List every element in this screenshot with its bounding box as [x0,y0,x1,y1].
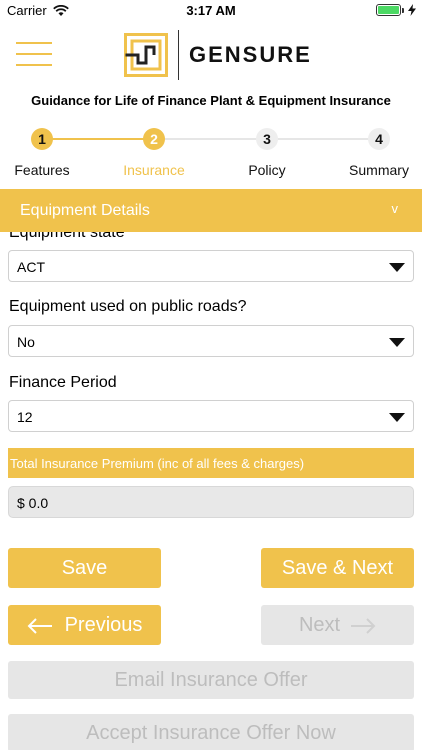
step-4-circle[interactable]: 4 [368,128,390,150]
accept-insurance-offer-button[interactable]: Accept Insurance Offer Now [8,714,414,750]
battery-icon [376,4,404,16]
finance-period-label: Finance Period [9,374,117,391]
previous-button[interactable]: Previous [8,605,161,645]
finance-period-select[interactable]: 12 [8,400,414,432]
step-label-insurance[interactable]: Insurance [109,162,199,178]
equipment-state-select[interactable]: ACT [8,250,414,282]
status-time: 3:17 AM [186,3,236,18]
arrow-right-icon [351,618,376,634]
public-roads-label: Equipment used on public roads? [9,298,247,315]
page-subtitle: Guidance for Life of Finance Plant & Equ… [31,93,391,108]
premium-label: Total Insurance Premium (inc of all fees… [8,448,414,478]
equipment-details-accordion[interactable]: Equipment Details v [0,189,422,232]
gensure-logo-icon [124,33,168,77]
arrow-left-icon [27,618,52,634]
accordion-title: Equipment Details [20,202,150,219]
step-1-circle[interactable]: 1 [31,128,53,150]
hamburger-icon [16,42,52,44]
brand-name: GENSURE [189,42,312,67]
menu-button[interactable] [16,42,52,66]
premium-value-field: $ 0.0 [8,486,414,518]
save-button[interactable]: Save [8,548,161,588]
dropdown-arrow-icon [389,413,405,422]
dropdown-arrow-icon [389,338,405,347]
step-2-circle[interactable]: 2 [143,128,165,150]
progress-stepper: 1 2 3 4 Features Insurance Policy Summar… [0,128,422,184]
next-button[interactable]: Next [261,605,414,645]
logo: GENSURE [124,30,312,80]
chevron-down-icon: v [391,201,399,216]
step-label-policy[interactable]: Policy [222,162,312,178]
public-roads-select[interactable]: No [8,325,414,357]
email-insurance-offer-button[interactable]: Email Insurance Offer [8,661,414,699]
charging-icon [408,4,416,16]
step-label-features[interactable]: Features [0,162,87,178]
step-label-summary[interactable]: Summary [334,162,422,178]
dropdown-arrow-icon [389,263,405,272]
step-3-circle[interactable]: 3 [256,128,278,150]
save-and-next-button[interactable]: Save & Next [261,548,414,588]
status-bar: Carrier 3:17 AM [0,0,422,22]
